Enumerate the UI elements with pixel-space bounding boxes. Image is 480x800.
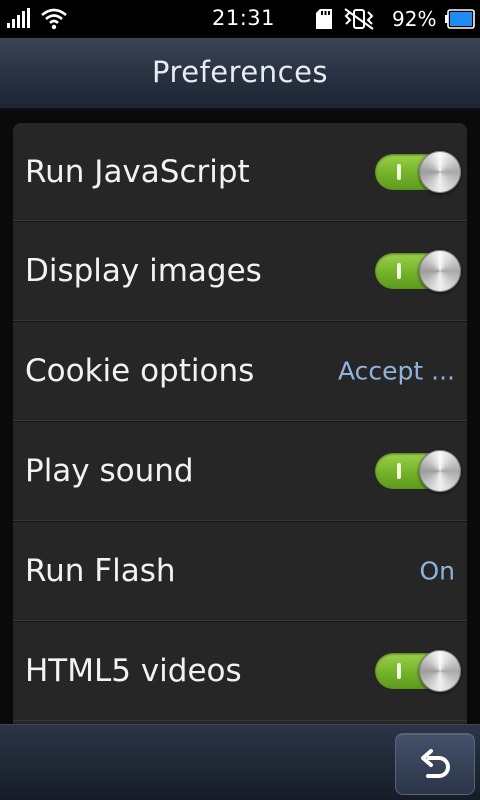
pref-row-play-sound[interactable]: Play sound (13, 421, 467, 521)
preferences-list[interactable]: Run JavaScript Display images Cookie opt… (0, 110, 480, 724)
toggle-on-mark (397, 163, 401, 180)
pref-label: HTML5 videos (25, 653, 242, 689)
preferences-card: Run JavaScript Display images Cookie opt… (13, 123, 467, 724)
toggle-knob[interactable] (419, 650, 461, 692)
html5-videos-toggle[interactable] (375, 650, 461, 692)
toggle-knob[interactable] (419, 450, 461, 492)
cookie-options-value[interactable]: Accept ... (338, 357, 455, 386)
run-javascript-toggle[interactable] (375, 150, 461, 193)
toggle-on-mark (397, 463, 401, 479)
display-images-toggle[interactable] (375, 250, 461, 292)
pref-row-run-flash[interactable]: Run Flash On (13, 521, 467, 621)
back-arrow-icon (421, 749, 450, 778)
signal-icon (7, 8, 30, 28)
pref-label: Play sound (25, 453, 194, 489)
play-sound-toggle[interactable] (375, 450, 461, 492)
pref-row-cookie-options[interactable]: Cookie options Accept ... (13, 321, 467, 421)
sd-card-icon (316, 9, 332, 29)
clock-time: 21:31 (212, 6, 276, 30)
title-bar: Preferences (0, 38, 480, 110)
toggle-knob[interactable] (419, 250, 461, 292)
status-bar: 21:31 92% (0, 0, 480, 38)
pref-row-display-images[interactable]: Display images (13, 221, 467, 321)
pref-row-html5-videos[interactable]: HTML5 videos (13, 621, 467, 721)
run-flash-value[interactable]: On (419, 557, 455, 586)
pref-label: Run JavaScript (25, 153, 250, 190)
toggle-on-mark (397, 263, 401, 279)
toggle-on-mark (397, 663, 401, 679)
bottom-toolbar (0, 724, 480, 800)
pref-label: Run Flash (25, 553, 176, 589)
back-button[interactable] (395, 733, 475, 795)
page-title: Preferences (151, 55, 329, 89)
toggle-knob[interactable] (419, 150, 461, 193)
wifi-icon (41, 8, 67, 30)
battery-icon (445, 9, 475, 29)
battery-percent: 92% (392, 7, 437, 31)
pref-label: Display images (25, 253, 262, 289)
pref-label: Cookie options (25, 353, 255, 389)
vibrate-icon (344, 8, 374, 30)
pref-row-run-javascript[interactable]: Run JavaScript (13, 123, 467, 221)
